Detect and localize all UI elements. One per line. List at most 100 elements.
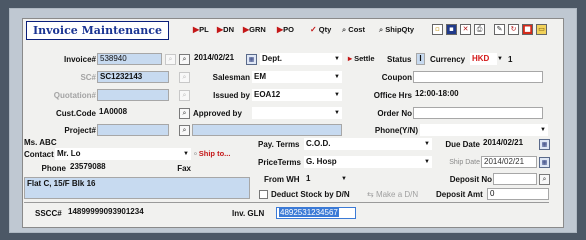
approved-by-dropdown[interactable]: ▼ (252, 107, 342, 119)
lookup-icon[interactable]: ⌕ (165, 54, 176, 65)
ship-date-field[interactable]: 2014/02/21 (481, 156, 537, 168)
inv-gln-selection: 4892531234567 (279, 208, 339, 217)
pay-terms-label: Pay. Terms (258, 140, 300, 149)
address-field[interactable]: Flat C, 15/F Blk 16 (24, 177, 250, 199)
calendar-icon[interactable]: ▦ (539, 157, 550, 168)
due-date-field[interactable]: 2014/02/21 (481, 138, 537, 150)
pay-terms-dropdown[interactable]: C.O.D. ▼ (304, 138, 432, 150)
checkmark-icon: ✓ (310, 25, 317, 34)
deposit-amt-field[interactable]: 0 (487, 188, 549, 200)
salesman-dropdown[interactable]: EM ▼ (252, 71, 342, 83)
dept-label: Dept. (262, 54, 282, 63)
new-document-icon[interactable]: ▫ (432, 24, 443, 35)
deposit-no-field[interactable] (493, 173, 537, 185)
issued-by-dropdown[interactable]: EOA12 ▼ (252, 89, 342, 101)
fax-label: Fax (177, 164, 191, 173)
from-wh-label: From WH (264, 175, 300, 184)
chevron-down-icon: ▼ (424, 141, 430, 147)
lookup-icon[interactable]: ⌕ (179, 90, 190, 101)
sc-number-field[interactable]: SC1232143 (97, 71, 169, 83)
chevron-down-icon[interactable]: ▼ (497, 54, 503, 65)
currency-label: Currency (430, 55, 466, 64)
shipqty-button[interactable]: ⌕ ShipQty (379, 23, 414, 37)
chevron-down-icon: ▼ (341, 176, 347, 182)
lookup-icon[interactable]: ⌕ (539, 174, 550, 185)
make-dn-button[interactable]: ⇆ Make a D/N (367, 189, 418, 200)
dept-dropdown[interactable]: Dept. ▼ (260, 53, 342, 65)
edit-icon[interactable]: ✎ (494, 24, 505, 35)
calendar-icon[interactable]: ▦ (539, 139, 550, 150)
order-no-label: Order No (377, 109, 412, 118)
coupon-field[interactable] (413, 71, 543, 83)
chevron-down-icon: ▼ (334, 74, 340, 80)
price-terms-dropdown[interactable]: G. Hosp ▼ (304, 156, 432, 168)
status-label: Status (387, 55, 412, 64)
invoice-date-field[interactable]: 2014/02/21 (192, 53, 246, 65)
deposit-no-label: Deposit No (449, 175, 492, 184)
invoice-number-field[interactable]: 538940 (97, 53, 162, 65)
print-icon[interactable]: ⎙ (474, 24, 485, 35)
chevron-down-icon: ▼ (334, 110, 340, 116)
lookup-icon[interactable]: ⌕ (179, 125, 190, 136)
delete-icon[interactable]: ✕ (460, 24, 471, 35)
sc-label: SC# (80, 73, 96, 82)
lookup-icon[interactable]: ⌕ (179, 72, 190, 83)
from-wh-dropdown[interactable]: 1 ▼ (304, 173, 349, 185)
document-icon: ▫ (194, 149, 197, 158)
calendar-icon[interactable]: ▦ (246, 54, 257, 65)
pl-button[interactable]: ▶PL (193, 23, 209, 37)
quotation-field[interactable] (97, 89, 169, 101)
invoice-label: Invoice# (63, 55, 96, 64)
project-field[interactable] (97, 124, 169, 136)
approved-by-label: Approved by (193, 109, 242, 118)
quotation-label: Quotation# (53, 91, 96, 100)
chevron-down-icon: ▼ (334, 56, 340, 62)
price-terms-label: PriceTerms (258, 158, 301, 167)
coupon-label: Coupon (381, 73, 412, 82)
chevron-down-icon: ▼ (540, 127, 546, 133)
contact-dropdown[interactable]: Mr. Lo ▼ (55, 148, 191, 160)
status-field: I (416, 53, 425, 65)
office-hrs-field[interactable]: 12:00-18:00 (413, 89, 543, 101)
cost-button[interactable]: ⌕ Cost (342, 23, 365, 37)
contact-label: Contact (24, 150, 54, 159)
customer-name: Ms. ABC (24, 138, 57, 147)
phone-label: Phone (41, 164, 66, 173)
phone-yn-dropdown[interactable]: ▼ (420, 124, 548, 136)
office-hrs-label: Office Hrs (373, 91, 412, 100)
phone-field[interactable]: 23579088 (68, 162, 138, 174)
exchange-rate-field[interactable]: 1 (508, 54, 512, 65)
project-label: Project# (64, 126, 96, 135)
cust-code-field[interactable]: 1A0008 (97, 107, 169, 119)
lookup-icon[interactable]: ⌕ (179, 54, 190, 65)
lookup-icon[interactable]: ⌕ (179, 108, 190, 119)
sscc-label: SSCC# (35, 209, 62, 218)
inv-gln-field[interactable]: 4892531234567 (276, 207, 356, 219)
currency-dropdown[interactable]: HKD (470, 53, 497, 65)
arrow-icon: ▸ (348, 54, 353, 63)
qty-button[interactable]: ✓ Qty (310, 23, 331, 37)
exit-icon[interactable]: ■ (522, 24, 533, 35)
grn-button[interactable]: ▶GRN (243, 23, 266, 37)
chevron-down-icon: ▼ (424, 159, 430, 165)
chevron-down-icon: ▼ (183, 151, 189, 157)
save-icon[interactable]: ▪ (446, 24, 457, 35)
deduct-stock-label: Deduct Stock by D/N (271, 190, 350, 199)
po-button[interactable]: ▶PO (277, 23, 294, 37)
refresh-icon[interactable]: ↻ (508, 24, 519, 35)
sscc-field[interactable]: 14899999093901234 (66, 207, 216, 219)
due-date-label: Due Date (445, 140, 480, 149)
fax-field[interactable] (193, 162, 250, 174)
order-no-field[interactable] (413, 107, 543, 119)
folder-icon[interactable]: ▭ (536, 24, 547, 35)
deduct-stock-checkbox[interactable] (259, 190, 268, 199)
divider (24, 202, 549, 203)
cust-code-label: Cust.Code (56, 109, 96, 118)
ship-to-button[interactable]: ▫ Ship to... (194, 147, 230, 161)
salesman-label: Salesman (212, 73, 250, 82)
chevron-down-icon: ▼ (334, 92, 340, 98)
inv-gln-label: Inv. GLN (232, 209, 265, 218)
issued-by-label: Issued by (213, 91, 250, 100)
settle-button[interactable]: ▸ Settle (348, 52, 375, 66)
dn-button[interactable]: ▶DN (217, 23, 234, 37)
